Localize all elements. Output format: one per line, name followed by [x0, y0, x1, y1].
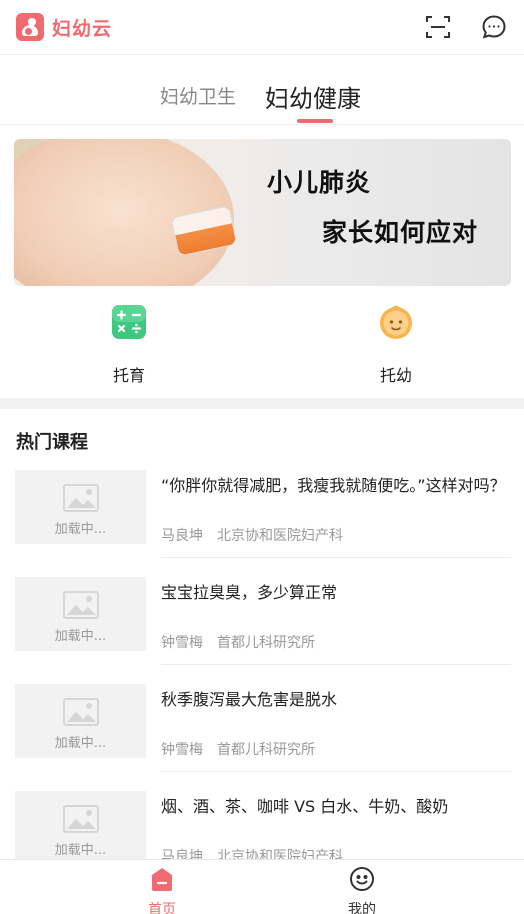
course-thumbnail: 加载中...	[15, 684, 146, 758]
thumbnail-loading-text: 加载中...	[54, 629, 107, 644]
scan-icon	[426, 16, 450, 38]
course-title: 秋季腹泻最大危害是脱水	[161, 690, 338, 709]
banner-headline: 小儿肺炎	[267, 168, 372, 197]
thumbnail-loading-text: 加载中...	[54, 736, 107, 751]
nav-label: 我的	[348, 902, 376, 914]
scan-button[interactable]	[425, 14, 451, 40]
active-tab-indicator	[297, 119, 333, 123]
calculator-icon	[112, 305, 146, 339]
section-title-hot-courses: 热门课程	[16, 432, 88, 453]
course-meta: 钟雪梅 首都儿科研究所	[161, 632, 315, 652]
course-thumbnail: 加载中...	[15, 470, 146, 544]
message-button[interactable]	[481, 14, 507, 40]
home-icon	[152, 868, 172, 891]
thumbnail-loading-text: 加载中...	[54, 522, 107, 537]
app-logo-group: 妇幼云	[16, 13, 112, 41]
course-title: 宝宝拉臭臭，多少算正常	[161, 583, 338, 602]
course-meta: 钟雪梅 首都儿科研究所	[161, 739, 315, 759]
image-placeholder-icon	[63, 484, 99, 512]
course-list-item[interactable]: 加载中... 宝宝拉臭臭，多少算正常 钟雪梅 首都儿科研究所	[0, 577, 524, 684]
quick-links: 托育 托幼	[0, 288, 524, 398]
course-author: 马良坤	[161, 528, 203, 544]
course-author: 钟雪梅	[161, 635, 203, 651]
app-logo-icon	[16, 13, 44, 41]
bottom-navigation: 首页 我的	[0, 859, 524, 914]
course-title: 烟、酒、茶、咖啡 VS 白水、牛奶、酸奶	[161, 797, 449, 816]
course-list-item[interactable]: 加载中... 秋季腹泻最大危害是脱水 钟雪梅 首都儿科研究所	[0, 684, 524, 791]
course-organization: 北京协和医院妇产科	[217, 528, 343, 544]
course-organization: 首都儿科研究所	[217, 635, 315, 651]
quick-link-kindergarten[interactable]: 托幼	[336, 304, 456, 386]
quick-link-label: 托育	[112, 366, 145, 385]
image-placeholder-icon	[63, 805, 99, 833]
list-divider	[161, 664, 511, 665]
promo-banner[interactable]: 小儿肺炎 家长如何应对	[14, 139, 511, 286]
nav-label: 首页	[148, 902, 176, 914]
course-thumbnail: 加载中...	[15, 791, 146, 865]
message-icon	[482, 15, 506, 39]
course-meta: 马良坤 北京协和医院妇产科	[161, 525, 343, 545]
quick-link-childcare[interactable]: 托育	[69, 304, 189, 386]
course-thumbnail: 加载中...	[15, 577, 146, 651]
top-app-bar: 妇幼云	[0, 0, 524, 55]
nav-home[interactable]: 首页	[122, 866, 202, 914]
tab-maternal-child-hygiene[interactable]: 妇幼卫生	[160, 82, 236, 109]
image-placeholder-icon	[63, 698, 99, 726]
tab-maternal-child-health[interactable]: 妇幼健康	[265, 79, 361, 114]
section-separator	[0, 398, 524, 409]
image-placeholder-icon	[63, 591, 99, 619]
profile-icon	[350, 867, 374, 891]
course-organization: 首都儿科研究所	[217, 742, 315, 758]
course-author: 钟雪梅	[161, 742, 203, 758]
nav-profile[interactable]: 我的	[322, 866, 402, 914]
baby-face-icon	[380, 305, 412, 339]
quick-link-label: 托幼	[379, 366, 412, 385]
category-tabs: 妇幼卫生 妇幼健康	[0, 55, 524, 125]
list-divider	[161, 771, 511, 772]
banner-subheadline: 家长如何应对	[322, 218, 479, 247]
thumbnail-loading-text: 加载中...	[54, 843, 107, 858]
course-list-item[interactable]: 加载中... “你胖你就得减肥，我瘦我就随便吃。”这样对吗？ 马良坤 北京协和医院…	[0, 470, 524, 577]
course-title: “你胖你就得减肥，我瘦我就随便吃。”这样对吗？	[161, 476, 506, 495]
list-divider	[161, 557, 511, 558]
app-title: 妇幼云	[52, 17, 113, 40]
